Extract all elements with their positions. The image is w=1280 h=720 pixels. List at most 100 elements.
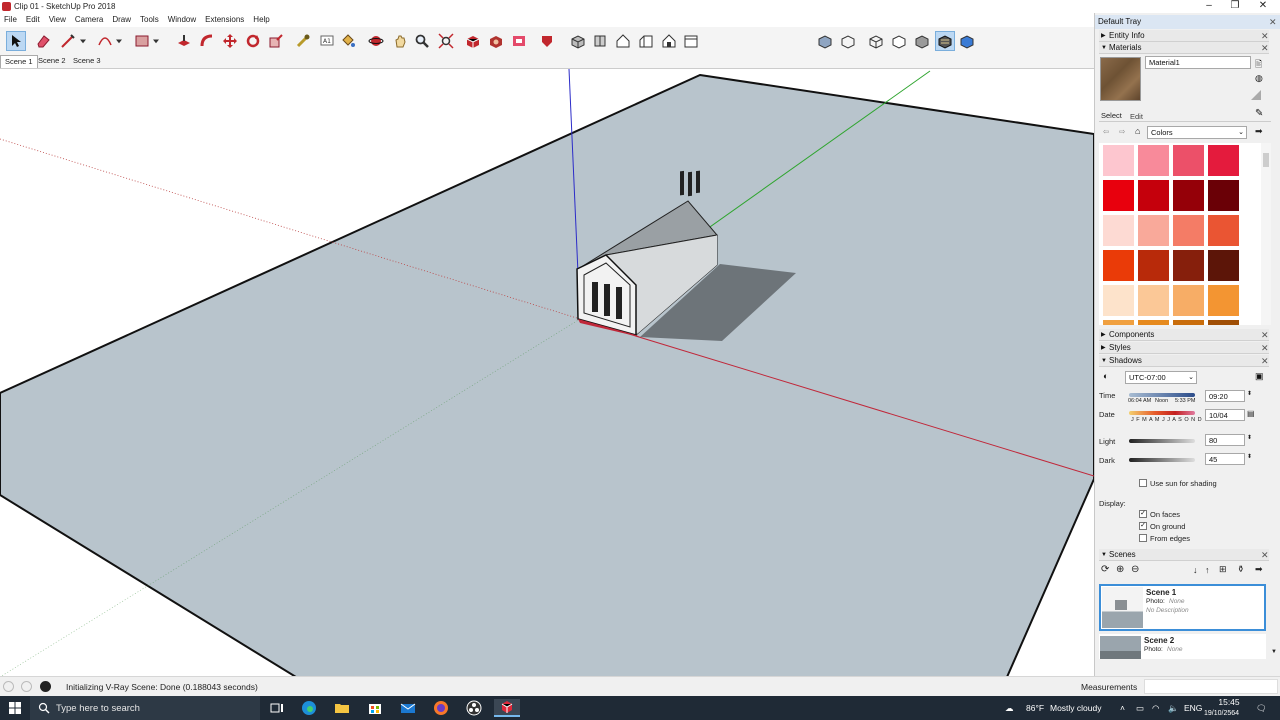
date-value-field[interactable]: 10/04 (1205, 409, 1245, 421)
material-swatch[interactable] (1103, 320, 1134, 325)
store-icon[interactable] (366, 699, 384, 717)
materials-tab-edit[interactable]: Edit (1130, 112, 1143, 121)
back-view-icon[interactable] (659, 31, 679, 51)
language-indicator[interactable]: ENG (1184, 696, 1202, 720)
filter-icon[interactable]: ⚱ (1237, 564, 1245, 575)
material-swatch[interactable] (1208, 320, 1239, 325)
material-preview-swatch[interactable] (1100, 57, 1141, 101)
eraser-tool-icon[interactable] (33, 31, 53, 51)
panel-materials[interactable]: ▼ Materials ✕ (1099, 42, 1269, 54)
xray-style-icon[interactable] (815, 31, 835, 51)
dark-slider[interactable] (1129, 458, 1195, 462)
move-tool-icon[interactable] (220, 31, 240, 51)
menu-draw[interactable]: Draw (108, 13, 136, 27)
material-swatch[interactable] (1138, 285, 1169, 316)
iso-view-icon[interactable] (568, 31, 588, 51)
material-library-select[interactable]: Colors ⌄ (1147, 126, 1247, 139)
paint-bucket-tool-icon[interactable] (338, 31, 358, 51)
arc-tool-icon[interactable] (95, 31, 115, 51)
wifi-icon[interactable]: ◠ (1152, 696, 1159, 720)
notifications-icon[interactable]: 🗨 (1256, 696, 1267, 720)
network-icon[interactable]: ▭ (1136, 696, 1144, 720)
material-swatch[interactable] (1103, 285, 1134, 316)
line-tool-icon[interactable] (58, 31, 78, 51)
weather-text[interactable]: Mostly cloudy (1050, 696, 1102, 720)
firefox-icon[interactable] (432, 699, 450, 717)
maximize-button[interactable]: ❐ (1222, 0, 1248, 13)
tape-measure-tool-icon[interactable] (293, 31, 313, 51)
use-sun-checkbox[interactable] (1139, 479, 1147, 487)
scene-item-2[interactable]: Scene 2 Photo: None (1099, 634, 1266, 659)
3d-warehouse-icon[interactable] (463, 31, 483, 51)
menu-camera[interactable]: Camera (71, 13, 108, 27)
right-view-icon[interactable] (636, 31, 656, 51)
close-button[interactable]: ✕ (1250, 0, 1276, 13)
panel-close-icon[interactable]: ✕ (1261, 355, 1269, 367)
menu-edit[interactable]: Edit (22, 13, 45, 27)
materials-tab-select[interactable]: Select (1101, 111, 1122, 120)
shadow-toggle-icon[interactable]: ◐ (1103, 371, 1108, 381)
menu-extensions[interactable]: Extensions (201, 13, 249, 27)
orbit-tool-icon[interactable] (366, 31, 386, 51)
top-view-icon[interactable] (590, 31, 610, 51)
zoom-tool-icon[interactable] (412, 31, 432, 51)
material-swatch[interactable] (1208, 250, 1239, 281)
eyedropper-icon[interactable]: ✎ (1255, 108, 1263, 119)
time-spinner-icon[interactable]: ⬍ (1247, 390, 1252, 397)
menu-help[interactable]: Help (249, 13, 274, 27)
zoom-extents-tool-icon[interactable] (436, 31, 456, 51)
arc-dropdown-icon[interactable] (113, 31, 125, 51)
move-scene-up-icon[interactable]: ↑ (1205, 565, 1210, 575)
wireframe-style-icon[interactable] (866, 31, 886, 51)
user-account-icon[interactable] (40, 681, 51, 692)
dark-value-field[interactable]: 45 (1205, 453, 1245, 465)
material-swatch[interactable] (1173, 145, 1204, 176)
calendar-icon[interactable]: ▤ (1247, 409, 1255, 418)
menu-view[interactable]: View (45, 13, 71, 27)
extension-warehouse-icon[interactable] (486, 31, 506, 51)
add-scene-icon[interactable]: ⊕ (1116, 564, 1124, 575)
panel-close-icon[interactable]: ✕ (1261, 549, 1269, 561)
weather-temp[interactable]: 86°F (1026, 696, 1044, 720)
shaded-style-icon[interactable] (912, 31, 932, 51)
panel-entity-info[interactable]: ▶ Entity Info ✕ (1099, 30, 1269, 42)
material-swatch[interactable] (1173, 285, 1204, 316)
scrollbar-thumb[interactable] (1263, 153, 1269, 167)
material-swatch[interactable] (1138, 320, 1169, 325)
view-options-icon[interactable]: ⊞ (1219, 564, 1227, 575)
dark-spinner-icon[interactable]: ⬍ (1247, 453, 1252, 460)
create-material-icon[interactable]: 🖹 (1255, 57, 1262, 73)
start-button[interactable] (0, 696, 30, 720)
tab-scene-2[interactable]: Scene 2 (34, 55, 70, 68)
menu-window[interactable]: Window (164, 13, 201, 27)
credits-icon[interactable] (21, 681, 32, 692)
pan-tool-icon[interactable] (390, 31, 410, 51)
material-swatch[interactable] (1173, 250, 1204, 281)
shadow-settings-icon[interactable]: ▣ (1255, 371, 1264, 382)
show-hidden-icons-icon[interactable]: ˄ (1120, 696, 1125, 720)
mail-icon[interactable] (399, 699, 417, 717)
task-view-icon[interactable] (268, 699, 286, 717)
select-tool-icon[interactable] (6, 31, 26, 51)
on-ground-checkbox[interactable]: ✓ (1139, 522, 1147, 530)
from-edges-checkbox[interactable] (1139, 534, 1147, 542)
extension-manager-icon[interactable] (537, 31, 557, 51)
material-swatch[interactable] (1173, 320, 1204, 325)
menu-file[interactable]: File (0, 13, 22, 27)
material-swatch[interactable] (1173, 215, 1204, 246)
tab-scene-1[interactable]: Scene 1 (0, 55, 38, 68)
scene-item-1[interactable]: Scene 1 Photo: None No Description (1099, 584, 1266, 631)
edge-browser-icon[interactable] (300, 699, 318, 717)
light-slider[interactable] (1129, 439, 1195, 443)
volume-icon[interactable]: 🔈 (1168, 696, 1179, 720)
forward-arrow-icon[interactable]: ⇨ (1119, 127, 1125, 136)
home-icon[interactable]: ⌂ (1135, 126, 1140, 136)
material-swatch[interactable] (1138, 145, 1169, 176)
panel-components[interactable]: ▶ Components ✕ (1099, 329, 1269, 341)
panel-styles[interactable]: ▶ Styles ✕ (1099, 342, 1269, 354)
sample-paint-icon[interactable] (1251, 90, 1261, 100)
light-value-field[interactable]: 80 (1205, 434, 1245, 446)
file-explorer-icon[interactable] (333, 699, 351, 717)
sketchup-taskbar-icon[interactable] (494, 699, 520, 717)
send-to-layout-icon[interactable] (509, 31, 529, 51)
